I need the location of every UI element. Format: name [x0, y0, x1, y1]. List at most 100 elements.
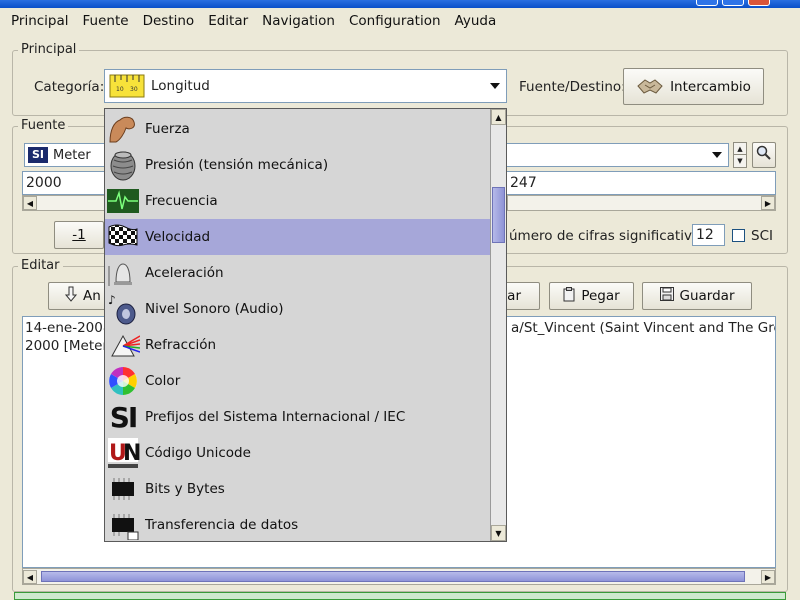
menu-navigation[interactable]: Navigation [255, 8, 342, 34]
svg-text:♪: ♪ [108, 293, 116, 307]
svg-text:10: 10 [116, 86, 124, 93]
unicode-logo-icon: UN [105, 435, 141, 471]
dropdown-scrollbar[interactable]: ▲ ▼ [490, 109, 506, 541]
dropdown-items: Fuerza Presión (tensión mecánica) Frecue… [105, 109, 491, 541]
dropdown-item-label: Prefijos del Sistema Internacional / IEC [145, 409, 406, 425]
chevron-down-icon [712, 152, 722, 158]
scroll-down-icon[interactable]: ▼ [491, 525, 506, 541]
principal-group-title: Principal [18, 42, 80, 57]
dropdown-item-frecuencia[interactable]: Frecuencia [105, 183, 491, 219]
intercambio-label: Intercambio [670, 78, 751, 95]
sig-figures-label: úmero de cifras significativas [509, 228, 708, 244]
guardar-button[interactable]: Guardar [642, 282, 752, 310]
dropdown-item-label: Color [145, 373, 181, 389]
ruler-icon: 10 30 [109, 73, 145, 99]
dropdown-item-label: Refracción [145, 337, 217, 353]
close-button[interactable] [748, 0, 770, 6]
pegar-button[interactable]: Pegar [549, 282, 634, 310]
spinner-up-icon[interactable]: ▲ [734, 143, 746, 155]
menu-ayuda[interactable]: Ayuda [448, 8, 504, 34]
text-line1-right: a/St_Vincent (Saint Vincent and The Gren… [511, 320, 775, 336]
color-wheel-icon [105, 363, 141, 399]
anterior-button[interactable]: An [48, 282, 108, 310]
dropdown-item-velocidad[interactable]: Velocidad [105, 219, 491, 255]
dropdown-item-fuerza[interactable]: Fuerza [105, 111, 491, 147]
dropdown-item-bits-bytes[interactable]: Bits y Bytes [105, 471, 491, 507]
scroll-right-icon[interactable]: ▶ [761, 570, 775, 584]
categoria-label: Categoría: [34, 79, 105, 95]
dropdown-item-unicode[interactable]: UN Código Unicode [105, 435, 491, 471]
minus-one-label: -1 [72, 227, 86, 243]
dropdown-item-nivel-sonoro[interactable]: ♪ Nivel Sonoro (Audio) [105, 291, 491, 327]
si-logo-icon: SI [28, 147, 49, 163]
fuente-hscroll[interactable]: ◀ [22, 195, 106, 211]
dropdown-item-label: Fuerza [145, 121, 190, 137]
dropdown-item-label: Nivel Sonoro (Audio) [145, 301, 284, 317]
title-bar [0, 0, 800, 8]
categoria-combo[interactable]: 10 30 Longitud [104, 69, 507, 103]
menu-destino[interactable]: Destino [136, 8, 202, 34]
dropdown-item-prefijos[interactable]: SI Prefijos del Sistema Internacional / … [105, 399, 491, 435]
sig-figures-field[interactable]: 12 [692, 224, 725, 246]
maximize-button[interactable] [722, 0, 744, 6]
scroll-up-icon[interactable]: ▲ [491, 109, 506, 125]
dropdown-item-label: Aceleración [145, 265, 224, 281]
destino-hscroll[interactable]: ▶ [507, 195, 776, 211]
destino-value-field[interactable]: 247 [507, 171, 776, 195]
scroll-left-icon[interactable]: ◀ [23, 570, 37, 584]
dropdown-item-label: Bits y Bytes [145, 481, 225, 497]
search-button[interactable] [752, 142, 776, 168]
fuente-unit-value: Meter [53, 147, 91, 163]
menu-configuration[interactable]: Configuration [342, 8, 448, 34]
handshake-icon [636, 76, 664, 98]
chip-transfer-icon [105, 507, 141, 541]
dropdown-item-aceleracion[interactable]: Aceleración [105, 255, 491, 291]
spinner-down-icon[interactable]: ▼ [734, 155, 746, 167]
guardar-label: Guardar [679, 288, 735, 304]
editar-hscroll-thumb[interactable] [41, 571, 745, 582]
svg-text:N: N [123, 441, 140, 466]
audio-icon: ♪ [105, 291, 141, 327]
minus-one-button[interactable]: -1 [54, 221, 104, 249]
pegar-label: Pegar [581, 288, 620, 304]
fuente-value-field[interactable]: 2000 [22, 171, 106, 195]
intercambio-button[interactable]: Intercambio [623, 68, 764, 105]
waveform-icon [105, 183, 141, 219]
dropdown-item-refraccion[interactable]: Refracción [105, 327, 491, 363]
chip-icon [105, 471, 141, 507]
sci-checkbox[interactable] [732, 229, 745, 242]
dropdown-item-presion[interactable]: Presión (tensión mecánica) [105, 147, 491, 183]
dropdown-item-label: Velocidad [145, 229, 211, 245]
dropdown-item-transferencia[interactable]: Transferencia de datos [105, 507, 491, 541]
dropdown-item-label: Presión (tensión mecánica) [145, 157, 329, 173]
unit-spinner[interactable]: ▲ ▼ [733, 142, 747, 168]
muscle-arm-icon [105, 111, 141, 147]
categoria-dropdown-list[interactable]: Fuerza Presión (tensión mecánica) Frecue… [104, 108, 507, 542]
clipboard-icon [563, 286, 575, 306]
fuente-unit-combo[interactable]: SI Meter [24, 143, 106, 167]
dropdown-item-label: Frecuencia [145, 193, 218, 209]
editar-group-title: Editar [18, 258, 63, 273]
dropdown-item-color[interactable]: Color [105, 363, 491, 399]
status-bar [14, 592, 786, 600]
fuente-group-title: Fuente [18, 118, 69, 133]
pressure-vessel-icon [105, 147, 141, 183]
save-disk-icon [659, 287, 674, 305]
dropdown-item-label: Transferencia de datos [145, 517, 299, 533]
prism-icon [105, 327, 141, 363]
scroll-left-icon[interactable]: ◀ [23, 196, 37, 210]
bell-icon [105, 255, 141, 291]
minimize-button[interactable] [696, 0, 718, 6]
sci-label: SCI [751, 228, 773, 244]
destino-unit-combo[interactable] [507, 143, 729, 167]
scroll-right-icon[interactable]: ▶ [761, 196, 775, 210]
svg-text:30: 30 [130, 86, 138, 93]
categoria-value: Longitud [151, 78, 210, 94]
menu-principal[interactable]: Principal [4, 8, 76, 34]
menu-fuente[interactable]: Fuente [76, 8, 136, 34]
dropdown-scroll-thumb[interactable] [492, 187, 505, 243]
anterior-label: An [83, 288, 101, 304]
dropdown-item-label: Código Unicode [145, 445, 251, 461]
editar-hscroll[interactable]: ◀ ▶ [22, 568, 776, 585]
menu-editar[interactable]: Editar [201, 8, 255, 34]
